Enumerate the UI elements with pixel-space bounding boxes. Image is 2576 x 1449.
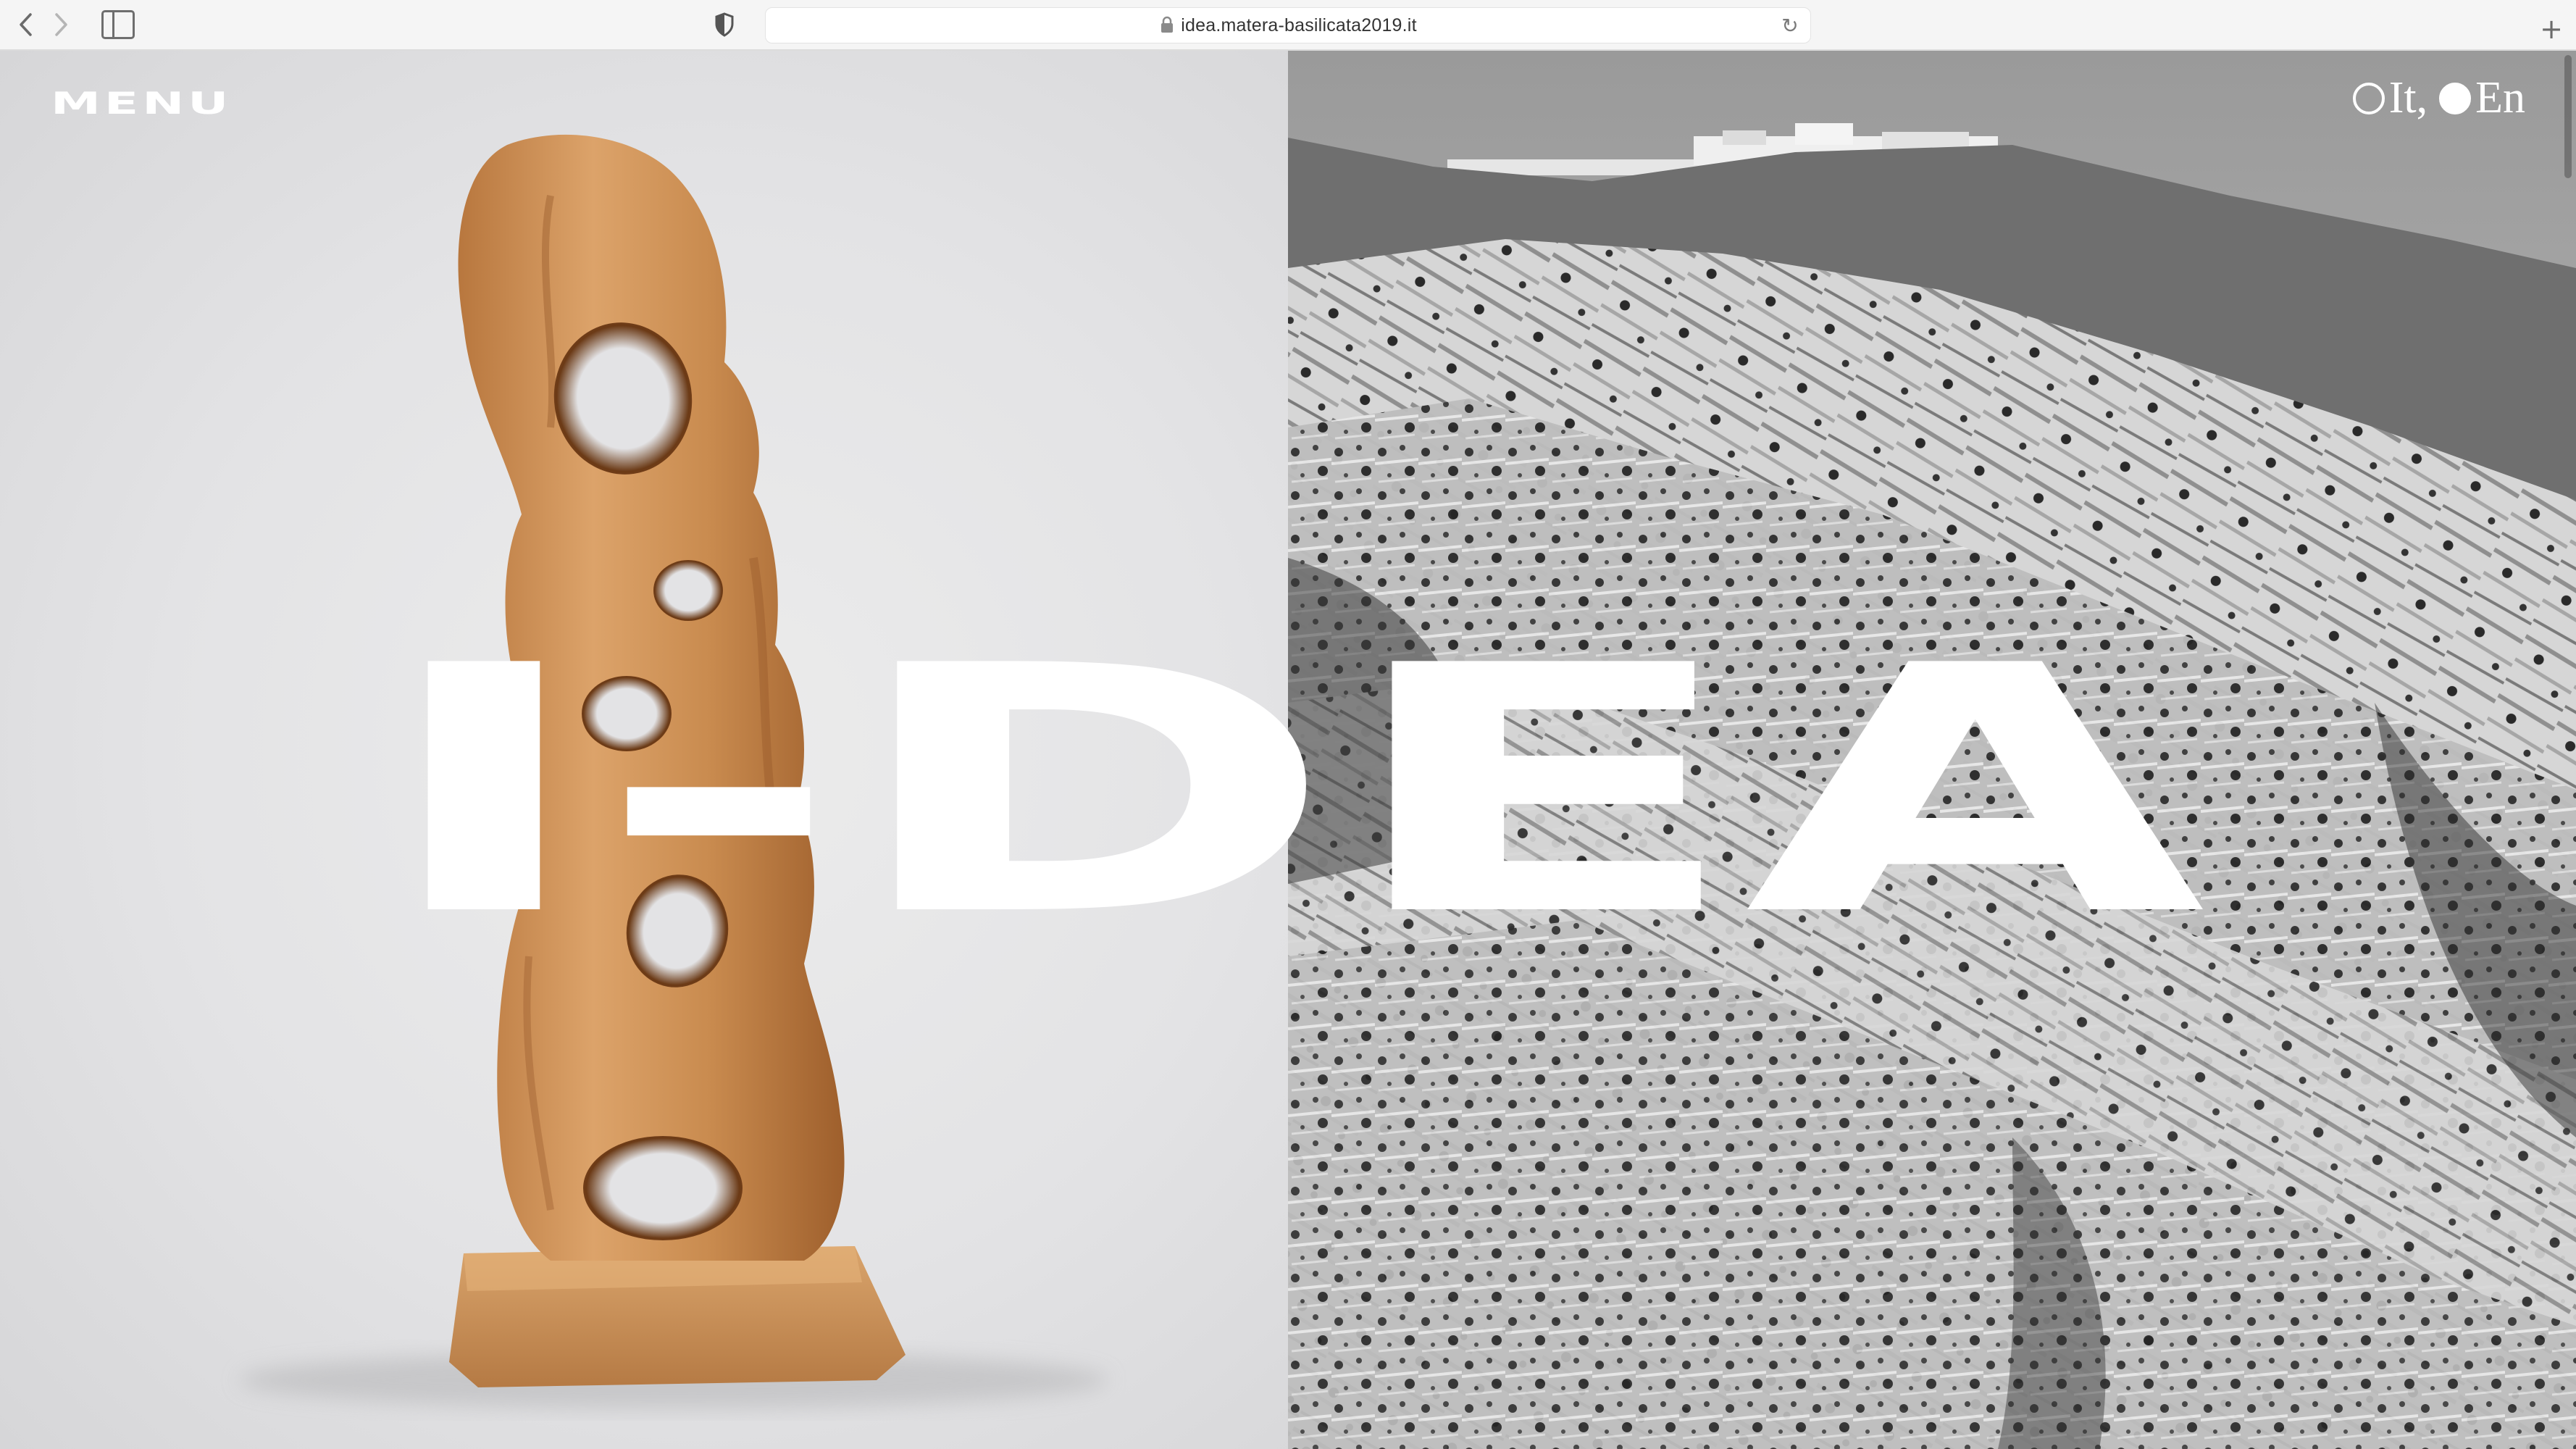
language-option-en[interactable]: En [2439, 72, 2525, 124]
sidebar-toggle-button[interactable] [101, 10, 135, 39]
hero-title: I-DEA [369, 593, 2210, 990]
language-label-en: En [2475, 73, 2525, 122]
language-option-it[interactable]: It , [2352, 72, 2439, 124]
url-text: idea.matera-basilicata2019.it [1181, 14, 1417, 36]
language-separator: , [2416, 73, 2428, 122]
chevron-right-icon [55, 13, 67, 36]
plus-icon[interactable]: + [2535, 13, 2567, 45]
language-label-it: It [2388, 73, 2417, 122]
hero-title-svg: I-DEA [373, 593, 2210, 990]
language-switcher: It , En [2352, 72, 2525, 124]
forward-button[interactable] [45, 9, 77, 41]
menu-button[interactable]: MENU [51, 85, 232, 121]
page-scrollbar[interactable] [2564, 55, 2572, 178]
reload-icon[interactable]: ↻ [1778, 14, 1802, 38]
radio-unselected-icon [2352, 82, 2385, 114]
shield-icon [715, 12, 734, 37]
lock-icon [1161, 16, 1174, 33]
chevron-left-icon [20, 13, 32, 36]
privacy-report-button[interactable] [713, 12, 736, 38]
page-content: MENU It , En I-DEA [0, 51, 2576, 1449]
browser-toolbar: idea.matera-basilicata2019.it ↻ + [0, 0, 2576, 51]
back-button[interactable] [10, 9, 42, 41]
address-bar[interactable]: idea.matera-basilicata2019.it ↻ [765, 7, 1811, 43]
hero-title-text: I-DEA [373, 652, 2209, 913]
radio-selected-icon [2439, 82, 2472, 114]
